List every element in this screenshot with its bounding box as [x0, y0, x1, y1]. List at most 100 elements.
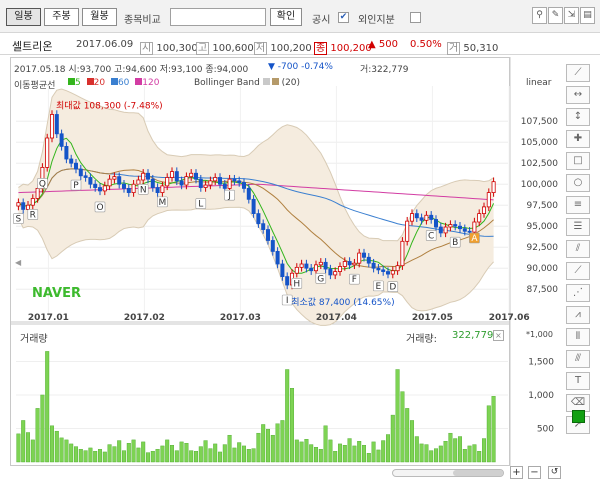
channel-icon[interactable]: ☰ — [566, 218, 590, 236]
volume-bar — [50, 425, 55, 463]
volume-bar — [410, 420, 415, 463]
volume-bar — [73, 446, 78, 463]
reset-button[interactable]: ↺ — [548, 466, 561, 479]
candle-body — [179, 180, 184, 186]
zoom-in-button[interactable]: + — [510, 466, 523, 479]
candle-body — [318, 261, 323, 266]
volume-bar — [222, 444, 227, 463]
text-tool-icon[interactable]: T — [566, 372, 590, 390]
volume-bar — [366, 453, 371, 463]
candle-body — [265, 229, 270, 241]
regression-icon[interactable]: ⋰ — [566, 284, 590, 302]
candle-body — [270, 240, 275, 252]
x-tick-label: 2017.06 — [489, 313, 530, 323]
candle-body — [246, 187, 251, 200]
left-collapse-icon[interactable]: ◀ — [15, 258, 21, 267]
candle-body — [414, 213, 419, 219]
candle-body — [261, 223, 266, 230]
volume-bar — [112, 446, 117, 463]
cycle-lines-icon[interactable]: ⦀ — [566, 328, 590, 346]
marker-n: N — [140, 185, 147, 195]
candle-body — [309, 267, 314, 272]
y-axis-labels: 107,500 105,000 102,500 100,000 97,500 95,000… — [521, 117, 558, 295]
candle-body — [217, 177, 222, 185]
candle-body — [222, 183, 227, 189]
candle-body — [122, 183, 127, 189]
volume-bar — [155, 449, 160, 463]
vertical-line-icon[interactable]: ↕ — [566, 108, 590, 126]
color-picker[interactable] — [572, 410, 585, 423]
rectangle-icon[interactable]: □ — [566, 152, 590, 170]
candle-body — [16, 202, 21, 207]
circle-icon[interactable]: ○ — [566, 174, 590, 192]
x-tick-label: 2017.04 — [316, 313, 357, 323]
volume-bar — [342, 445, 347, 463]
volume-bar — [467, 445, 472, 463]
candle-body — [35, 187, 40, 199]
candle-body — [227, 178, 232, 189]
candle-body — [126, 187, 131, 193]
candle-body — [433, 219, 438, 228]
volume-bar — [102, 451, 107, 463]
volume-tick-label: 1,000 — [528, 391, 554, 401]
marker-p: P — [73, 181, 79, 191]
candle-body — [376, 267, 381, 271]
candle-body — [419, 217, 424, 221]
volume-bar — [266, 428, 271, 463]
volume-bar — [35, 408, 40, 463]
volume-bar — [472, 444, 477, 463]
volume-bar — [482, 438, 487, 463]
volume-bar — [251, 448, 256, 463]
candle-body — [203, 184, 208, 188]
volume-bar — [414, 436, 419, 463]
candle-body — [165, 177, 170, 187]
volume-bar — [54, 430, 59, 463]
volume-readout-value: 322,779 — [452, 330, 494, 341]
scrollbar-thumb[interactable] — [453, 470, 503, 476]
candle-body — [457, 225, 462, 230]
candle-body — [74, 162, 79, 170]
volume-bar — [83, 450, 88, 463]
candle-body — [189, 172, 194, 178]
candle-body — [304, 263, 309, 269]
volume-close-icon[interactable]: × — [493, 330, 504, 341]
candle-body — [285, 276, 290, 286]
pitchfork-icon[interactable]: ⫻ — [566, 350, 590, 368]
volume-bar — [318, 449, 323, 463]
horizontal-line-icon[interactable]: ↔ — [566, 86, 590, 104]
candle-body — [50, 114, 55, 139]
parallel-line-icon[interactable]: ⫽ — [566, 240, 590, 258]
volume-bar — [371, 441, 376, 463]
candle-body — [107, 178, 112, 187]
candle-body — [453, 224, 458, 227]
volume-bars — [16, 351, 496, 463]
volume-bar — [290, 388, 295, 463]
volume-bar — [314, 447, 319, 463]
candle-body — [98, 187, 103, 192]
gann-fan-icon[interactable]: ⟋ — [566, 262, 590, 280]
volume-bar — [246, 449, 251, 463]
volume-bar — [400, 391, 405, 463]
speed-line-icon[interactable]: ⩘ — [566, 306, 590, 324]
max-annotation: 최대값 108,300 (-7.48%) — [56, 99, 163, 111]
scrollbar[interactable] — [392, 469, 504, 477]
volume-bar — [338, 443, 343, 463]
volume-bar — [362, 445, 367, 463]
marker-b: B — [452, 238, 458, 248]
volume-bar — [88, 447, 93, 463]
candle-body — [299, 263, 304, 268]
zoom-out-button[interactable]: − — [528, 466, 541, 479]
volume-bar — [275, 423, 280, 463]
candle-body — [208, 180, 213, 186]
candle-body — [136, 179, 141, 185]
candle-body — [390, 270, 395, 275]
trendline-icon[interactable]: ⟋ — [566, 64, 590, 82]
volume-bar — [309, 444, 314, 463]
volume-bar — [203, 440, 208, 463]
fibonacci-icon[interactable]: ≡ — [566, 196, 590, 214]
y-tick-label: 95,000 — [527, 222, 559, 232]
crosshair-icon[interactable]: ✚ — [566, 130, 590, 148]
marker-h: H — [293, 279, 300, 289]
candle-body — [251, 198, 256, 215]
volume-bar — [64, 439, 69, 463]
